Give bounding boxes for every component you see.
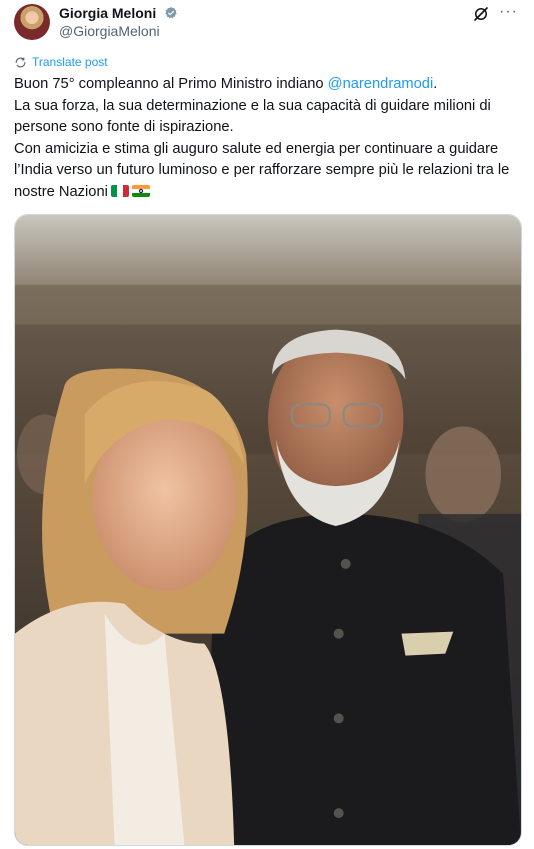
post-header: Giorgia Meloni @GiorgiaMeloni ··· — [14, 2, 520, 44]
post-line-3: Con amicizia e stima gli auguro salute e… — [14, 139, 524, 204]
grok-icon[interactable] — [472, 5, 490, 23]
post-line-2: La sua forza, la sua determinazione e la… — [14, 97, 491, 136]
translate-icon — [15, 57, 26, 67]
post-line-1-suffix: . — [433, 76, 438, 92]
flag-india-icon — [131, 184, 150, 197]
author-names: Giorgia Meloni @GiorgiaMeloni — [59, 4, 178, 40]
post-line-1: Buon 75° compleanno al Primo Ministro in… — [14, 74, 524, 96]
author-display-name[interactable]: Giorgia Meloni — [59, 4, 156, 22]
translate-post-link[interactable]: Translate post — [14, 55, 108, 69]
photo-illustration — [15, 215, 521, 845]
post-line-3-text: Con amicizia e stima gli auguro salute e… — [14, 140, 510, 200]
more-options-button[interactable]: ··· — [499, 3, 518, 21]
mention-link[interactable]: @narendramodi — [328, 76, 434, 92]
author-handle[interactable]: @GiorgiaMeloni — [59, 22, 178, 40]
translate-post-label: Translate post — [32, 55, 108, 69]
flag-italy-icon — [110, 184, 129, 197]
verified-badge-icon — [164, 6, 177, 19]
post-text: Buon 75° compleanno al Primo Ministro in… — [14, 74, 524, 203]
post-photo[interactable] — [14, 214, 522, 846]
avatar[interactable] — [14, 4, 50, 40]
post-line-1-text: Buon 75° compleanno al Primo Ministro in… — [14, 76, 328, 92]
